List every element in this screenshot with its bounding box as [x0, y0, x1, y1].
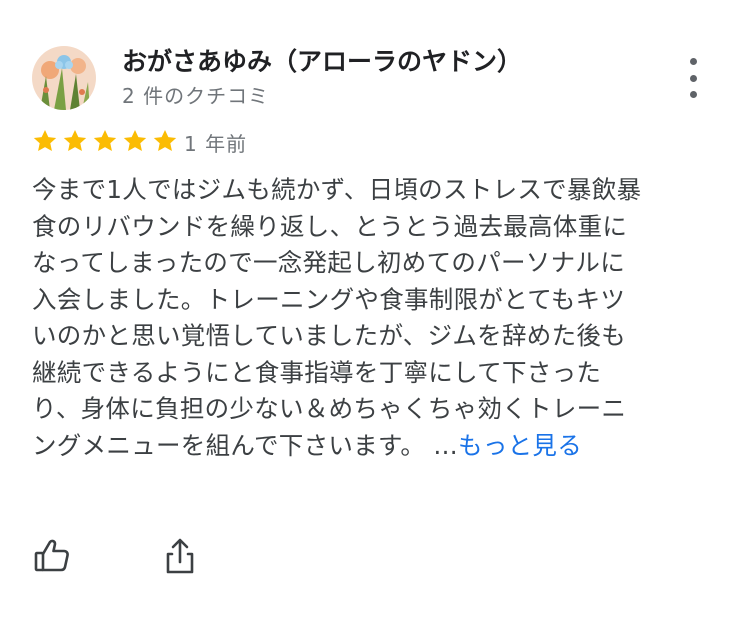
thumb-up-icon — [34, 539, 69, 572]
review-line: ングメニューを組んで下さいます。 — [32, 430, 426, 460]
star-icon — [63, 129, 87, 151]
star-icon — [153, 129, 177, 151]
review-line: いのかと思い覚悟していましたが、ジムを辞めた後も — [32, 321, 626, 350]
menu-dot — [689, 91, 697, 98]
more-vert-icon[interactable] — [678, 58, 708, 98]
review-line: 食のリバウンドを繰り返し、とうとう過去最高体重に — [32, 211, 628, 241]
star-icon — [93, 129, 117, 151]
ellipsis: … — [433, 430, 459, 460]
menu-dot — [689, 58, 697, 65]
star-icon — [123, 129, 147, 151]
review-line: 継続できるようにと食事指導を丁寧にして下さった — [32, 357, 602, 387]
review-last-line: ングメニューを組んで下さいます。 …もっと見る — [32, 428, 722, 465]
review-count[interactable]: 2 件のクチコミ — [122, 80, 269, 109]
review-text: 今まで1人ではジムも続かず、日頃のストレスで暴飲暴 食のリバウンドを繰り返し、と… — [32, 172, 722, 464]
avatar[interactable] — [32, 46, 96, 110]
review-line: り、身体に負担の少ない＆めちゃくちゃ効くトレーニ — [32, 394, 627, 423]
review-line: 入会しました。トレーニングや食事制限がとてもキツ — [32, 284, 626, 314]
review-line: なってしまったので一念発起し初めてのパーソナルに — [32, 248, 625, 277]
review-line: 今まで1人ではジムも続かず、日頃のストレスで暴飲暴 — [32, 175, 642, 204]
share-icon — [166, 538, 194, 574]
review-date: 1 年前 — [184, 132, 248, 156]
star-rating — [32, 128, 178, 154]
menu-dot — [689, 74, 697, 82]
share-button[interactable] — [160, 536, 200, 576]
reviewer-name[interactable]: おがさあゆみ（アローラのヤドン） — [122, 42, 522, 78]
read-more-link[interactable]: もっと見る — [458, 431, 582, 460]
like-button[interactable] — [32, 536, 72, 576]
review-card: おがさあゆみ（アローラのヤドン） 2 件のクチコミ 1 年前 今まで1人ではジム… — [0, 0, 750, 620]
star-icon — [33, 129, 57, 151]
